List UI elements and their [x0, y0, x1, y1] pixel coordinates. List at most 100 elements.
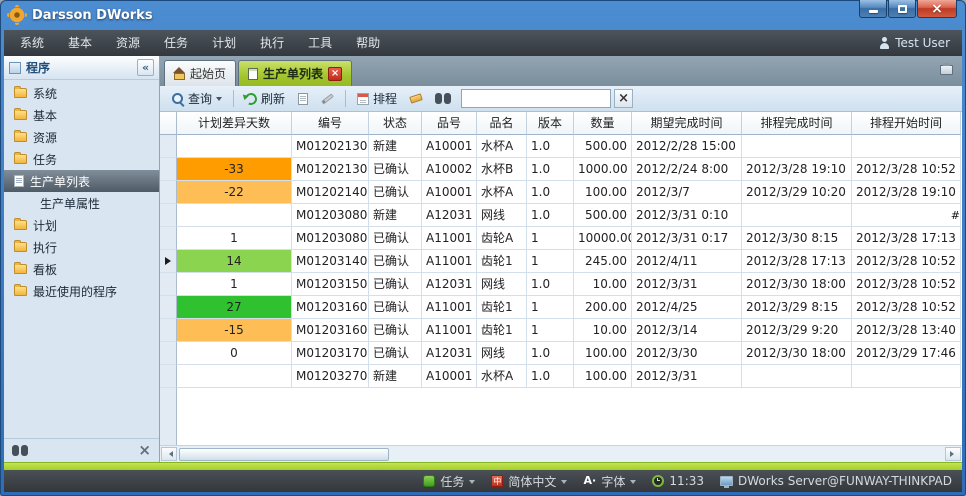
table-row[interactable]: 0M012031701已确认A12031网线1.0100.002012/3/30… [160, 342, 962, 365]
folder-icon [14, 286, 27, 296]
menu-item[interactable]: 执行 [248, 30, 296, 56]
tab[interactable]: 起始页 [164, 60, 236, 86]
column-header-status[interactable]: 状态 [369, 112, 422, 135]
toolbar-separator [233, 90, 234, 107]
sidebar-item[interactable]: 最近使用的程序 [4, 280, 159, 302]
clear-search-button[interactable] [614, 89, 633, 108]
sidebar-item-label: 看板 [33, 261, 57, 278]
cell-sched_end: 2012/3/30 18:00 [742, 273, 852, 296]
sidebar-item[interactable]: 生产单属性 [4, 192, 159, 214]
menu-item[interactable]: 帮助 [344, 30, 392, 56]
column-header-diff[interactable]: 计划差异天数 [177, 112, 292, 135]
sidebar-item[interactable]: 资源 [4, 126, 159, 148]
sidebar-item-label: 资源 [33, 129, 57, 146]
menu-item[interactable]: 系统 [8, 30, 56, 56]
find-button[interactable] [430, 91, 456, 106]
tasks-icon [423, 475, 435, 487]
query-button[interactable]: 查询 [166, 88, 227, 109]
menubar: 系统基本资源任务计划执行工具帮助 Test User [4, 30, 962, 56]
row-indicator[interactable] [160, 296, 177, 319]
sidebar-item[interactable]: 系统 [4, 82, 159, 104]
status-tasks[interactable]: 任务 [423, 473, 475, 490]
cell-version: 1 [527, 296, 574, 319]
cell-status: 已确认 [369, 250, 422, 273]
status-language[interactable]: 简体中文 [491, 473, 567, 490]
close-search-icon[interactable] [138, 443, 151, 458]
horizontal-scrollbar[interactable] [160, 445, 962, 462]
cell-sched_end [742, 135, 852, 158]
scroll-left-button[interactable] [161, 447, 177, 461]
column-header-item_no[interactable]: 品号 [422, 112, 477, 135]
edit-button[interactable] [316, 95, 339, 103]
titlebar[interactable]: Darsson DWorks [0, 0, 966, 30]
menu-item[interactable]: 计划 [200, 30, 248, 56]
tab[interactable]: 生产单列表 [238, 60, 352, 86]
cell-qty: 1000.00 [574, 158, 632, 181]
maximize-button[interactable] [888, 0, 916, 18]
table-row[interactable]: M012032701新建A10001水杯A1.0100.002012/3/31 [160, 365, 962, 388]
table-row[interactable]: 1M012031501已确认A12031网线1.010.002012/3/312… [160, 273, 962, 296]
sidebar-item[interactable]: 生产单列表 [4, 170, 159, 192]
row-indicator[interactable] [160, 365, 177, 388]
scrollbar-thumb[interactable] [179, 448, 389, 461]
column-header-due[interactable]: 期望完成时间 [632, 112, 742, 135]
column-header-no[interactable]: 编号 [292, 112, 369, 135]
menu-item[interactable]: 工具 [296, 30, 344, 56]
search-input[interactable] [461, 89, 611, 108]
row-indicator[interactable] [160, 227, 177, 250]
row-indicator[interactable] [160, 181, 177, 204]
column-header-item_name[interactable]: 品名 [477, 112, 527, 135]
folder-icon [14, 154, 27, 164]
schedule-button[interactable]: 排程 [352, 88, 402, 109]
pin-icon[interactable] [940, 65, 953, 75]
sidebar-item[interactable]: 计划 [4, 214, 159, 236]
new-button[interactable] [293, 91, 313, 107]
menu-item[interactable]: 基本 [56, 30, 104, 56]
row-indicator[interactable] [160, 273, 177, 296]
binoculars-icon[interactable] [12, 445, 28, 456]
table-row[interactable]: -33M012021302已确认A10002水杯B1.01000.002012/… [160, 158, 962, 181]
eraser-button[interactable] [405, 93, 427, 104]
menu-item[interactable]: 资源 [104, 30, 152, 56]
production-orders-grid: 计划差异天数编号状态品号品名版本数量期望完成时间排程完成时间排程开始时间 # M… [160, 112, 962, 445]
status-font[interactable]: 字体 [583, 473, 636, 490]
scroll-right-button[interactable] [945, 447, 961, 461]
minimize-button[interactable] [859, 0, 887, 18]
row-indicator[interactable] [160, 135, 177, 158]
user-area[interactable]: Test User [879, 36, 958, 50]
column-header-sched_start[interactable]: 排程开始时间 [852, 112, 961, 135]
table-row[interactable]: 1M012030802已确认A11001齿轮A110000.002012/3/3… [160, 227, 962, 250]
cell-item_no: A11001 [422, 296, 477, 319]
folder-icon [14, 110, 27, 120]
sidebar: 程序 系统基本资源任务生产单列表生产单属性计划执行看板最近使用的程序 [4, 56, 160, 462]
row-indicator[interactable] [160, 204, 177, 227]
table-row[interactable]: 27M012031601已确认A11001齿轮11200.002012/4/25… [160, 296, 962, 319]
row-indicator[interactable] [160, 158, 177, 181]
sidebar-item[interactable]: 基本 [4, 104, 159, 126]
row-indicator[interactable] [160, 342, 177, 365]
sidebar-item[interactable]: 任务 [4, 148, 159, 170]
close-tab-icon[interactable] [328, 67, 342, 81]
table-row[interactable]: M012021301新建A10001水杯A1.0500.002012/2/28 … [160, 135, 962, 158]
row-indicator[interactable] [160, 250, 177, 273]
sidebar-item-label: 任务 [33, 151, 57, 168]
table-row[interactable]: 14M012031402已确认A11001齿轮11245.002012/4/11… [160, 250, 962, 273]
row-indicator[interactable] [160, 319, 177, 342]
menu-item[interactable]: 任务 [152, 30, 200, 56]
sidebar-item[interactable]: 执行 [4, 236, 159, 258]
table-row[interactable]: -15M012031602已确认A11001齿轮1110.002012/3/14… [160, 319, 962, 342]
sidebar-header: 程序 [4, 56, 159, 80]
search-icon [171, 92, 184, 105]
column-header-version[interactable]: 版本 [527, 112, 574, 135]
cell-sched_end [742, 204, 852, 227]
column-header-sched_end[interactable]: 排程完成时间 [742, 112, 852, 135]
window-frame: 系统基本资源任务计划执行工具帮助 Test User 程序 系统基本资源任务生产… [4, 30, 962, 492]
column-header-qty[interactable]: 数量 [574, 112, 632, 135]
table-row[interactable]: M012030801新建A12031网线1.0500.002012/3/31 0… [160, 204, 962, 227]
cell-no: M012031701 [292, 342, 369, 365]
table-row[interactable]: -22M012021401已确认A10001水杯A1.0100.002012/3… [160, 181, 962, 204]
close-button[interactable] [917, 0, 957, 18]
refresh-button[interactable]: 刷新 [240, 88, 290, 109]
sidebar-item[interactable]: 看板 [4, 258, 159, 280]
collapse-sidebar-button[interactable] [137, 59, 154, 76]
